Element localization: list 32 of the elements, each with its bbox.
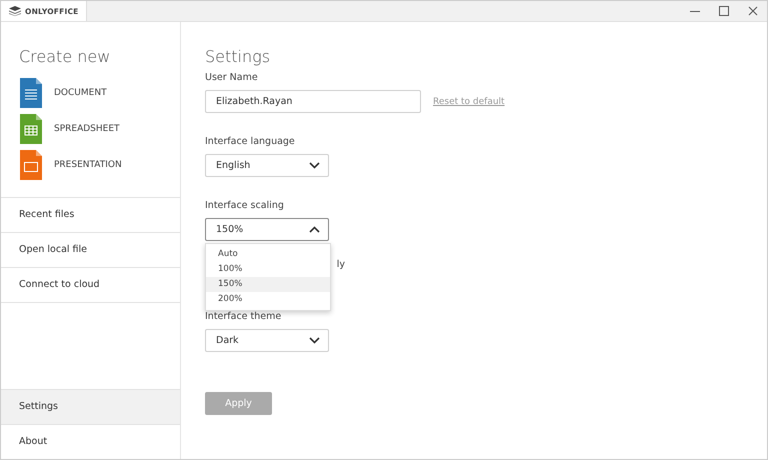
sidebar-item[interactable]: Connect to cloud — [1, 268, 180, 303]
dropdown-option[interactable]: 150% — [206, 277, 330, 292]
dropdown-option[interactable]: 100% — [206, 262, 330, 277]
create-new-heading: Create new — [18, 46, 112, 68]
sidebar-item[interactable]: Open local file — [1, 233, 180, 268]
covered-label: ly — [336, 259, 345, 270]
field-label: Interface theme — [205, 311, 282, 324]
create-item-link[interactable]: PRESENTATION — [54, 160, 122, 170]
sidebar-item[interactable]: About — [1, 425, 180, 459]
create-item-link[interactable]: SPREADSHEET — [54, 124, 120, 134]
maximize-icon — [718, 6, 728, 16]
create-item-link[interactable]: DOCUMENT — [54, 88, 107, 98]
field-label: Interface scaling — [205, 200, 284, 213]
document-icon[interactable] — [20, 78, 42, 108]
chevron-icon — [309, 226, 320, 233]
chevron-icon — [309, 162, 320, 169]
presentation-icon[interactable] — [20, 150, 42, 180]
sidebar-item[interactable]: Settings — [1, 390, 180, 425]
chevron-icon — [309, 337, 320, 344]
language-dropdown[interactable]: English — [205, 154, 329, 177]
dropdown-option[interactable]: Auto — [206, 247, 330, 262]
stacked-layers-icon — [9, 6, 21, 16]
field-label: User Name — [205, 72, 258, 85]
sidebar-item[interactable]: Recent files — [1, 198, 180, 233]
close-icon — [748, 6, 758, 16]
dropdown-option[interactable]: 200% — [206, 292, 330, 307]
scaling-dropdown[interactable]: 150% — [205, 218, 329, 241]
settings-heading: Settings — [205, 47, 270, 68]
user-name-field[interactable]: Elizabeth.Rayan — [205, 90, 421, 113]
theme-dropdown[interactable]: Dark — [205, 329, 329, 352]
field-label: Interface language — [205, 136, 295, 149]
spreadsheet-icon[interactable] — [20, 114, 42, 144]
